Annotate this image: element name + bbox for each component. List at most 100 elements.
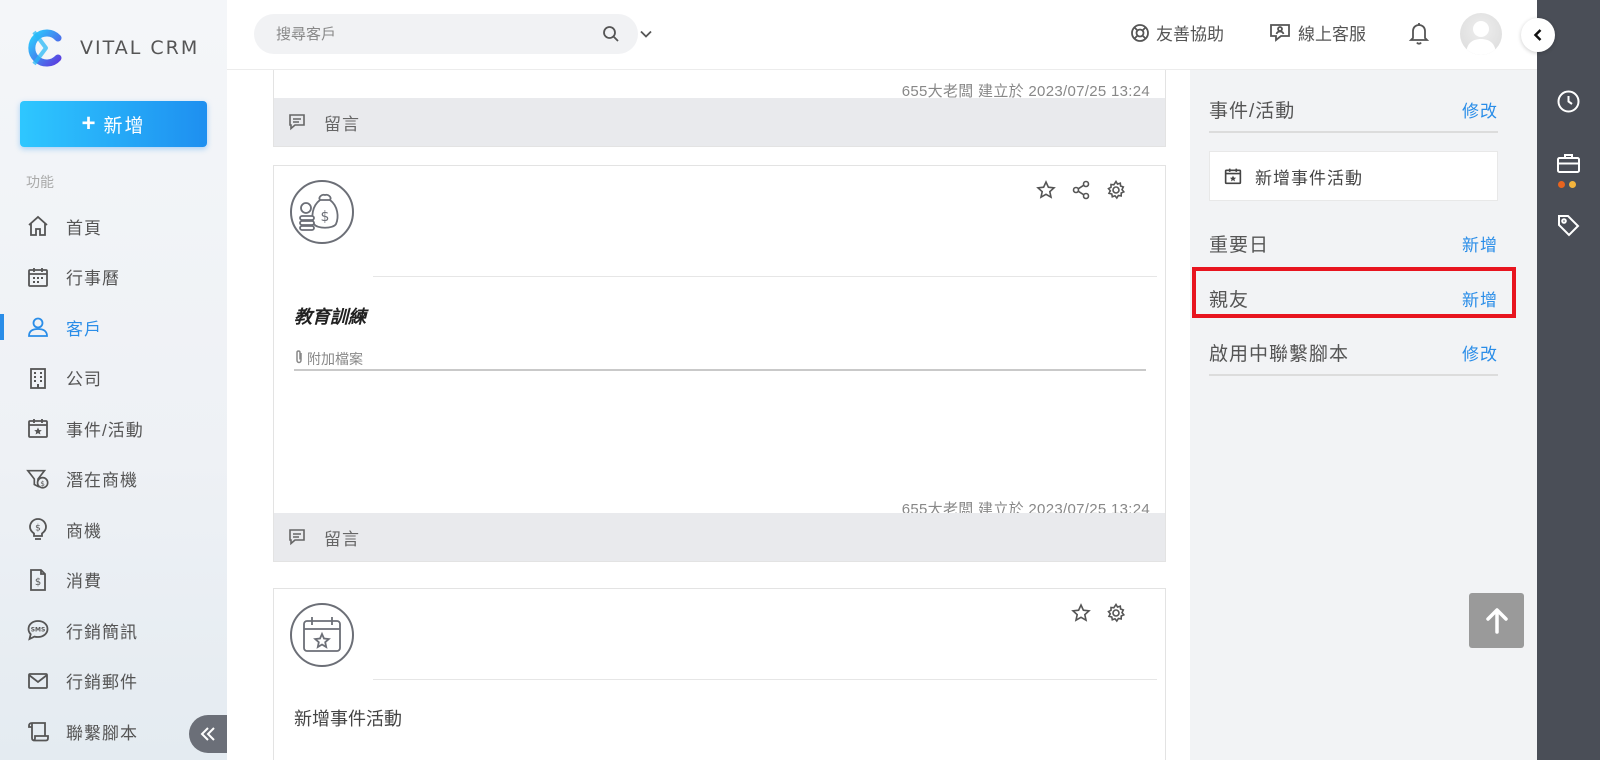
svg-text:SMS: SMS (31, 627, 46, 634)
search-box (254, 14, 652, 54)
important-days-add-link[interactable]: 新增 (1462, 231, 1498, 256)
gear-icon[interactable] (1106, 603, 1126, 623)
comment-button[interactable]: 留言 (274, 98, 1165, 146)
sidebar-nav: 首頁 行事曆 客戶 公司 事件/活動 $ 潛在商機 $ 商機 $ 消費 SMS … (0, 201, 227, 757)
double-chevron-left-icon (200, 727, 215, 741)
sidebar-item-companies[interactable]: 公司 (0, 353, 227, 404)
comment-icon (289, 114, 305, 131)
scroll-to-top-button[interactable] (1469, 593, 1524, 648)
search-icon[interactable] (602, 25, 620, 43)
sidebar-item-email-marketing[interactable]: 行銷郵件 (0, 656, 227, 707)
comment-icon (289, 529, 305, 546)
building-icon (26, 366, 50, 390)
add-event-button[interactable]: 新增事件活動 (1209, 151, 1498, 201)
paperclip-icon (296, 350, 302, 364)
sidebar-item-label: 潛在商機 (66, 471, 138, 491)
activity-feed: 655大老闆 建立於 2023/07/25 13:24 留言 $ 教育訓練 附加… (227, 70, 1190, 760)
logo[interactable]: VITAL CRM (22, 26, 199, 70)
status-dots (1558, 181, 1576, 188)
sidebar-item-label: 公司 (66, 370, 102, 390)
svg-text:$: $ (35, 524, 41, 534)
scripts-section-header: 啟用中聯繫腳本 修改 (1209, 336, 1498, 376)
add-new-label: 新增 (103, 115, 146, 137)
sidebar-item-label: 事件/活動 (66, 420, 144, 440)
right-rail (1537, 0, 1600, 760)
sidebar-item-label: 聯繫腳本 (66, 723, 138, 743)
home-icon (26, 214, 50, 238)
comment-label: 留言 (324, 114, 360, 134)
tag-icon[interactable] (1556, 213, 1581, 238)
calendar-event-icon (290, 603, 354, 667)
comment-button[interactable]: 留言 (274, 513, 1165, 561)
money-bag-icon: $ (290, 180, 354, 244)
lightbulb-dollar-icon: $ (26, 517, 50, 541)
online-service-button[interactable]: 線上客服 (1268, 20, 1366, 45)
vital-crm-logo-icon (28, 29, 62, 67)
gear-icon[interactable] (1106, 180, 1126, 200)
chevron-down-icon[interactable] (639, 27, 653, 41)
comment-label: 留言 (324, 529, 360, 549)
sms-icon: SMS (26, 618, 50, 642)
relatives-add-link[interactable]: 新增 (1462, 286, 1498, 311)
active-scripts-edit-link[interactable]: 修改 (1462, 340, 1498, 365)
online-service-label: 線上客服 (1298, 25, 1366, 44)
friendly-help-label: 友善協助 (1156, 25, 1224, 44)
share-icon[interactable] (1071, 180, 1091, 200)
card-title: 新增事件活動 (294, 709, 402, 729)
sidebar-item-label: 商機 (66, 521, 102, 541)
sidebar-item-label: 行銷簡訊 (66, 622, 138, 642)
top-bar: 友善協助 線上客服 (227, 0, 1537, 70)
right-panel: 事件/活動 修改 新增事件活動 重要日 新增 親友 新增 啟用中聯繫腳本 修改 (1190, 70, 1537, 760)
card-title: 教育訓練 (294, 307, 366, 327)
sidebar-item-home[interactable]: 首頁 (0, 201, 227, 252)
briefcase-icon[interactable] (1556, 151, 1581, 175)
feed-card: 655大老闆 建立於 2023/07/25 13:24 留言 (273, 70, 1166, 147)
mail-icon (26, 669, 50, 693)
arrow-up-icon (1485, 607, 1508, 634)
clock-icon[interactable] (1556, 89, 1581, 114)
add-new-button[interactable]: + 新增 (20, 101, 207, 147)
user-silhouette-icon (1466, 21, 1496, 55)
add-event-label: 新增事件活動 (1255, 168, 1363, 188)
events-edit-link[interactable]: 修改 (1462, 97, 1498, 122)
friendly-help-button[interactable]: 友善協助 (1130, 20, 1224, 45)
sidebar: VITAL CRM + 新增 功能 首頁 行事曆 客戶 公司 事件/活動 $ 潛… (0, 0, 227, 760)
svg-text:$: $ (40, 479, 45, 488)
calendar-icon (26, 265, 50, 289)
sidebar-item-label: 首頁 (66, 218, 102, 238)
sidebar-item-customers[interactable]: 客戶 (0, 302, 227, 353)
calendar-star-icon (1224, 168, 1242, 185)
svg-text:$: $ (321, 209, 330, 225)
script-icon (26, 719, 50, 743)
star-icon[interactable] (1071, 603, 1091, 623)
receipt-dollar-icon: $ (26, 568, 50, 592)
sidebar-item-label: 行銷郵件 (66, 673, 138, 693)
logo-text: VITAL CRM (80, 37, 200, 59)
relatives-title: 親友 (1209, 290, 1250, 311)
sidebar-item-sms-marketing[interactable]: SMS 行銷簡訊 (0, 605, 227, 656)
card-divider (373, 679, 1157, 680)
right-rail-toggle-button[interactable] (1521, 18, 1555, 52)
sidebar-item-opportunities[interactable]: $ 商機 (0, 504, 227, 555)
events-section-header: 事件/活動 修改 (1209, 93, 1498, 133)
search-input[interactable] (276, 25, 566, 43)
card-divider (373, 276, 1157, 277)
sidebar-item-events[interactable]: 事件/活動 (0, 403, 227, 454)
svg-text:$: $ (35, 577, 41, 588)
bell-icon[interactable] (1408, 21, 1430, 45)
section-label: 功能 (26, 174, 54, 190)
customer-icon (26, 315, 50, 339)
chevron-left-icon (1533, 29, 1542, 41)
sidebar-item-label: 行事曆 (66, 269, 120, 289)
sidebar-item-calendar[interactable]: 行事曆 (0, 252, 227, 303)
sidebar-collapse-button[interactable] (189, 715, 227, 753)
avatar[interactable] (1460, 13, 1502, 55)
relatives-section-header: 親友 新增 (1209, 280, 1498, 320)
sidebar-item-leads[interactable]: $ 潛在商機 (0, 454, 227, 505)
attach-file-label: 附加檔案 (307, 351, 363, 367)
attach-file-field[interactable]: 附加檔案 (294, 349, 1146, 371)
sidebar-item-label: 客戶 (66, 319, 102, 339)
sidebar-item-purchases[interactable]: $ 消費 (0, 555, 227, 606)
star-icon[interactable] (1036, 180, 1056, 200)
plus-icon: + (81, 110, 98, 137)
